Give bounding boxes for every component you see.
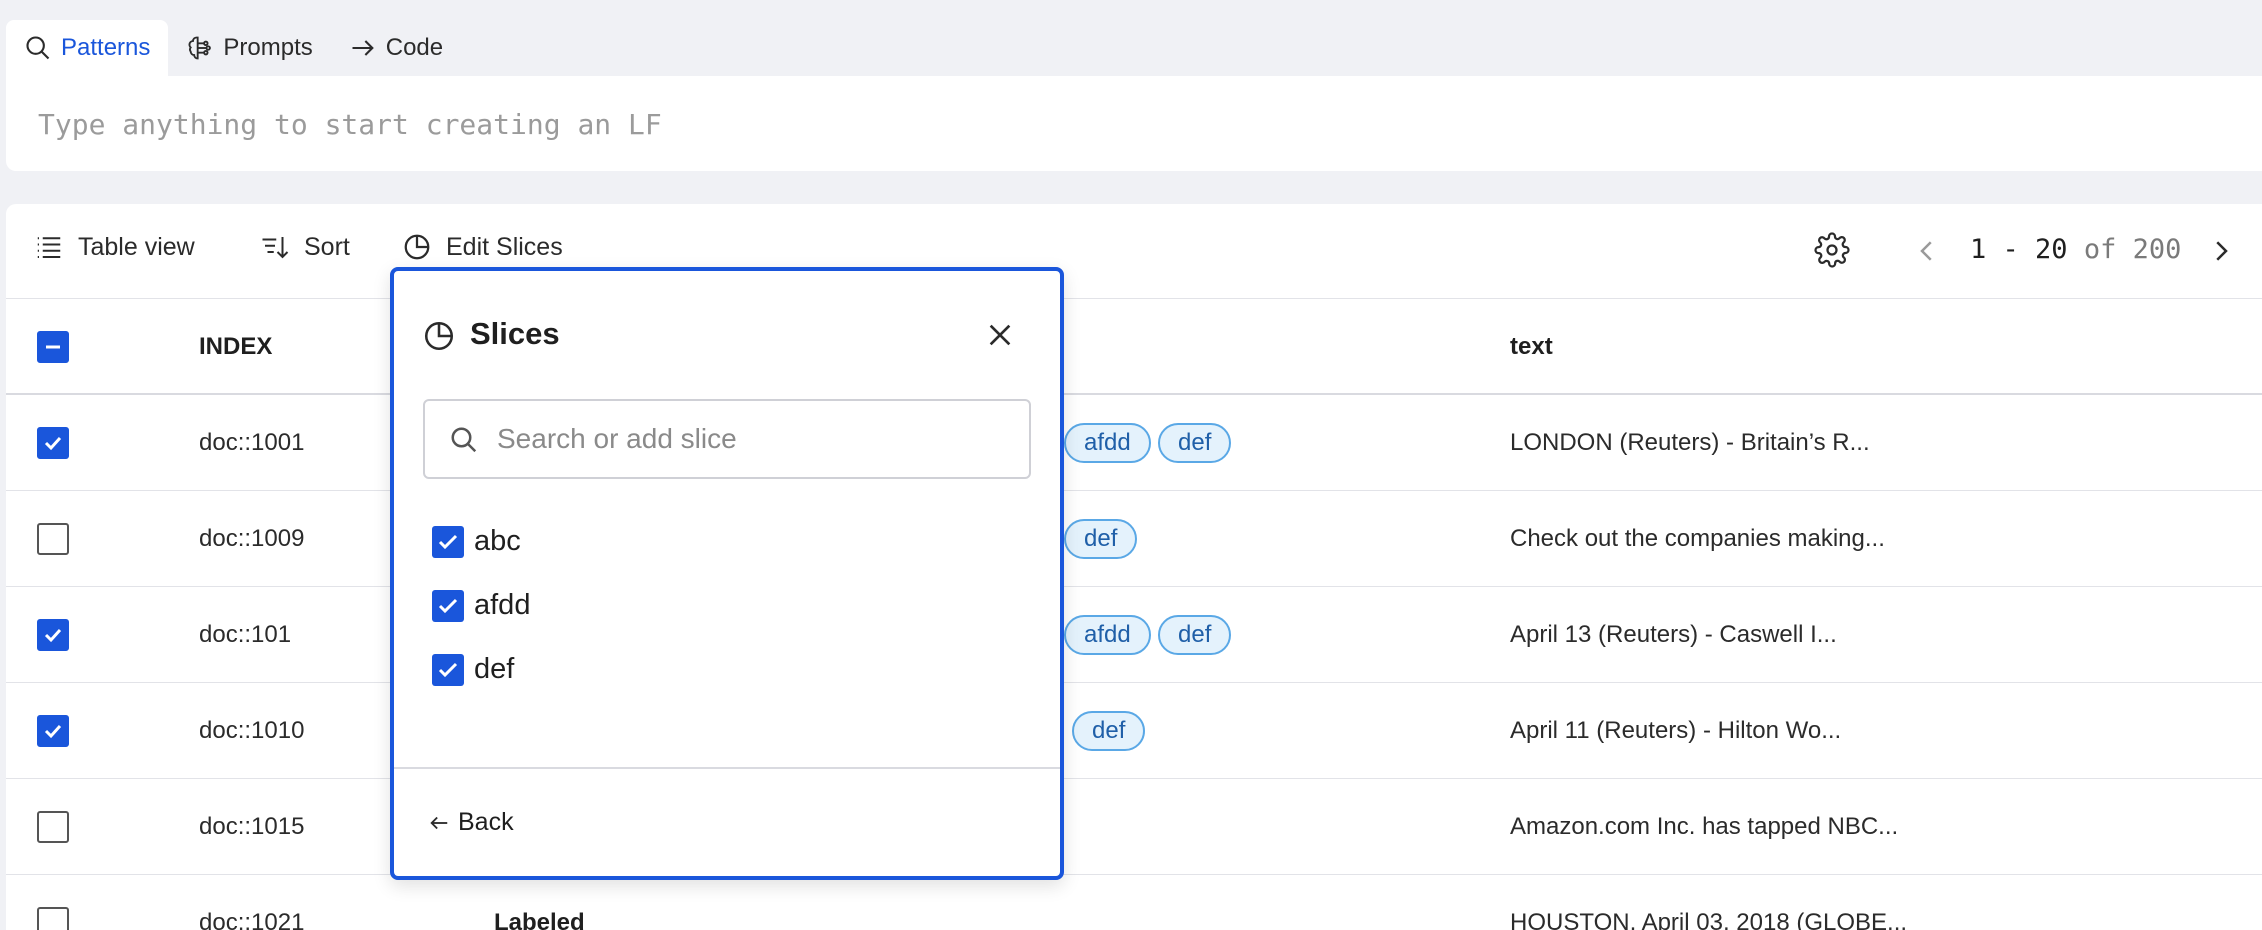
- table-row[interactable]: doc::1001 afdd def LONDON (Reuters) - Br…: [6, 395, 2262, 491]
- data-table-panel: Table view Sort Edit Slices 1 - 20 of 20…: [6, 204, 2262, 930]
- chevron-right-icon[interactable]: [2206, 236, 2236, 266]
- tab-patterns-label: Patterns: [61, 34, 151, 61]
- index-cell: doc::1015: [199, 813, 305, 840]
- slice-option-afdd[interactable]: afdd: [432, 589, 530, 622]
- row-checkbox[interactable]: [37, 811, 69, 843]
- row-checkbox[interactable]: [37, 907, 69, 930]
- slice-chip[interactable]: afdd: [1064, 615, 1151, 655]
- sort-label: Sort: [304, 232, 350, 261]
- select-all-checkbox[interactable]: [37, 331, 69, 363]
- slice-option-label: def: [474, 653, 515, 685]
- slice-option-label: abc: [474, 525, 521, 557]
- search-icon: [26, 36, 50, 60]
- popover-divider: [394, 767, 1060, 769]
- table-header-row: INDEX text: [6, 299, 2262, 395]
- pagination-total: 200: [2132, 234, 2182, 265]
- index-column-header[interactable]: INDEX: [199, 299, 272, 395]
- list-icon: [37, 237, 61, 258]
- search-icon: [451, 427, 477, 453]
- table-toolbar: Table view Sort Edit Slices 1 - 20 of 20…: [6, 204, 2262, 299]
- sort-icon: [262, 237, 289, 259]
- label-cell: Labeled: [494, 909, 585, 930]
- slice-chip[interactable]: def: [1158, 423, 1232, 463]
- row-checkbox[interactable]: [37, 523, 69, 555]
- back-button[interactable]: Back: [428, 808, 514, 837]
- slices-popover: Slices abc afdd def Back: [390, 267, 1064, 880]
- index-cell: doc::1010: [199, 717, 305, 744]
- row-checkbox[interactable]: [37, 427, 69, 459]
- check-icon: [438, 534, 458, 549]
- slice-option-label: afdd: [474, 589, 531, 621]
- lf-mode-tabs: Patterns Prompts Code: [6, 20, 461, 76]
- table-row[interactable]: doc::1015 Amazon.com Inc. has tapped NBC…: [6, 779, 2262, 875]
- brain-icon: [188, 36, 212, 60]
- table-row[interactable]: doc::1021 Labeled HOUSTON, April 03, 201…: [6, 875, 2262, 930]
- text-cell: Amazon.com Inc. has tapped NBC...: [1510, 813, 1899, 840]
- chevron-left-icon[interactable]: [1912, 236, 1942, 266]
- text-cell: LONDON (Reuters) - Britain’s R...: [1510, 429, 1870, 456]
- text-column-header[interactable]: text: [1510, 299, 1553, 395]
- arrow-left-icon: [430, 816, 448, 829]
- minus-icon: [46, 345, 60, 349]
- index-cell: doc::1021: [199, 909, 305, 930]
- lf-input[interactable]: [38, 102, 2038, 146]
- slice-search-input[interactable]: [497, 419, 1017, 459]
- tab-patterns[interactable]: Patterns: [6, 20, 169, 76]
- lf-editor-panel: [6, 76, 2262, 171]
- index-cell: doc::1001: [199, 429, 305, 456]
- slice-search-field: [423, 399, 1031, 479]
- slice-chip[interactable]: def: [1072, 711, 1146, 751]
- pagination-label: 1 - 20 of 200: [1970, 234, 2181, 265]
- gear-icon[interactable]: [1814, 232, 1850, 268]
- slice-option-abc[interactable]: abc: [432, 525, 521, 558]
- check-icon: [44, 628, 62, 643]
- slice-chip[interactable]: def: [1064, 519, 1138, 559]
- arrow-right-icon: [352, 40, 374, 56]
- check-icon: [438, 598, 458, 613]
- edit-slices-button[interactable]: Edit Slices: [402, 232, 563, 262]
- table-view-label: Table view: [78, 232, 195, 261]
- row-checkbox[interactable]: [37, 715, 69, 747]
- slice-checkbox[interactable]: [432, 589, 464, 622]
- index-cell: doc::101: [199, 621, 292, 648]
- pagination-of: of: [2083, 234, 2117, 265]
- pagination-range: 1 - 20: [1970, 234, 2068, 265]
- pie-chart-icon: [404, 234, 430, 260]
- table-row[interactable]: doc::1010 def April 11 (Reuters) - Hilto…: [6, 683, 2262, 779]
- index-cell: doc::1009: [199, 525, 305, 552]
- check-icon: [44, 724, 62, 739]
- text-cell: HOUSTON, April 03, 2018 (GLOBE...: [1510, 909, 1908, 930]
- back-label: Back: [458, 808, 514, 836]
- slice-chip[interactable]: def: [1158, 615, 1232, 655]
- slice-checkbox[interactable]: [432, 525, 464, 558]
- slice-option-def[interactable]: def: [432, 653, 514, 686]
- tab-code-label: Code: [385, 34, 444, 61]
- table-view-button[interactable]: Table view: [34, 232, 195, 262]
- table-row[interactable]: doc::101 afdd def April 13 (Reuters) - C…: [6, 587, 2262, 683]
- sort-button[interactable]: Sort: [260, 232, 350, 262]
- text-cell: April 11 (Reuters) - Hilton Wo...: [1510, 717, 1842, 744]
- tab-code[interactable]: Code: [331, 20, 461, 76]
- table-row[interactable]: doc::1009 def Check out the companies ma…: [6, 491, 2262, 587]
- popover-title: Slices: [470, 316, 560, 351]
- text-cell: April 13 (Reuters) - Caswell I...: [1510, 621, 1837, 648]
- slice-chip[interactable]: afdd: [1064, 423, 1151, 463]
- check-icon: [438, 662, 458, 677]
- check-icon: [44, 436, 62, 451]
- edit-slices-label: Edit Slices: [446, 232, 563, 261]
- slice-checkbox[interactable]: [432, 653, 464, 686]
- text-cell: Check out the companies making...: [1510, 525, 1885, 552]
- row-checkbox[interactable]: [37, 619, 69, 651]
- tab-prompts-label: Prompts: [223, 34, 313, 61]
- tab-prompts[interactable]: Prompts: [168, 20, 330, 76]
- close-icon[interactable]: [984, 319, 1016, 351]
- pie-chart-icon: [424, 321, 454, 351]
